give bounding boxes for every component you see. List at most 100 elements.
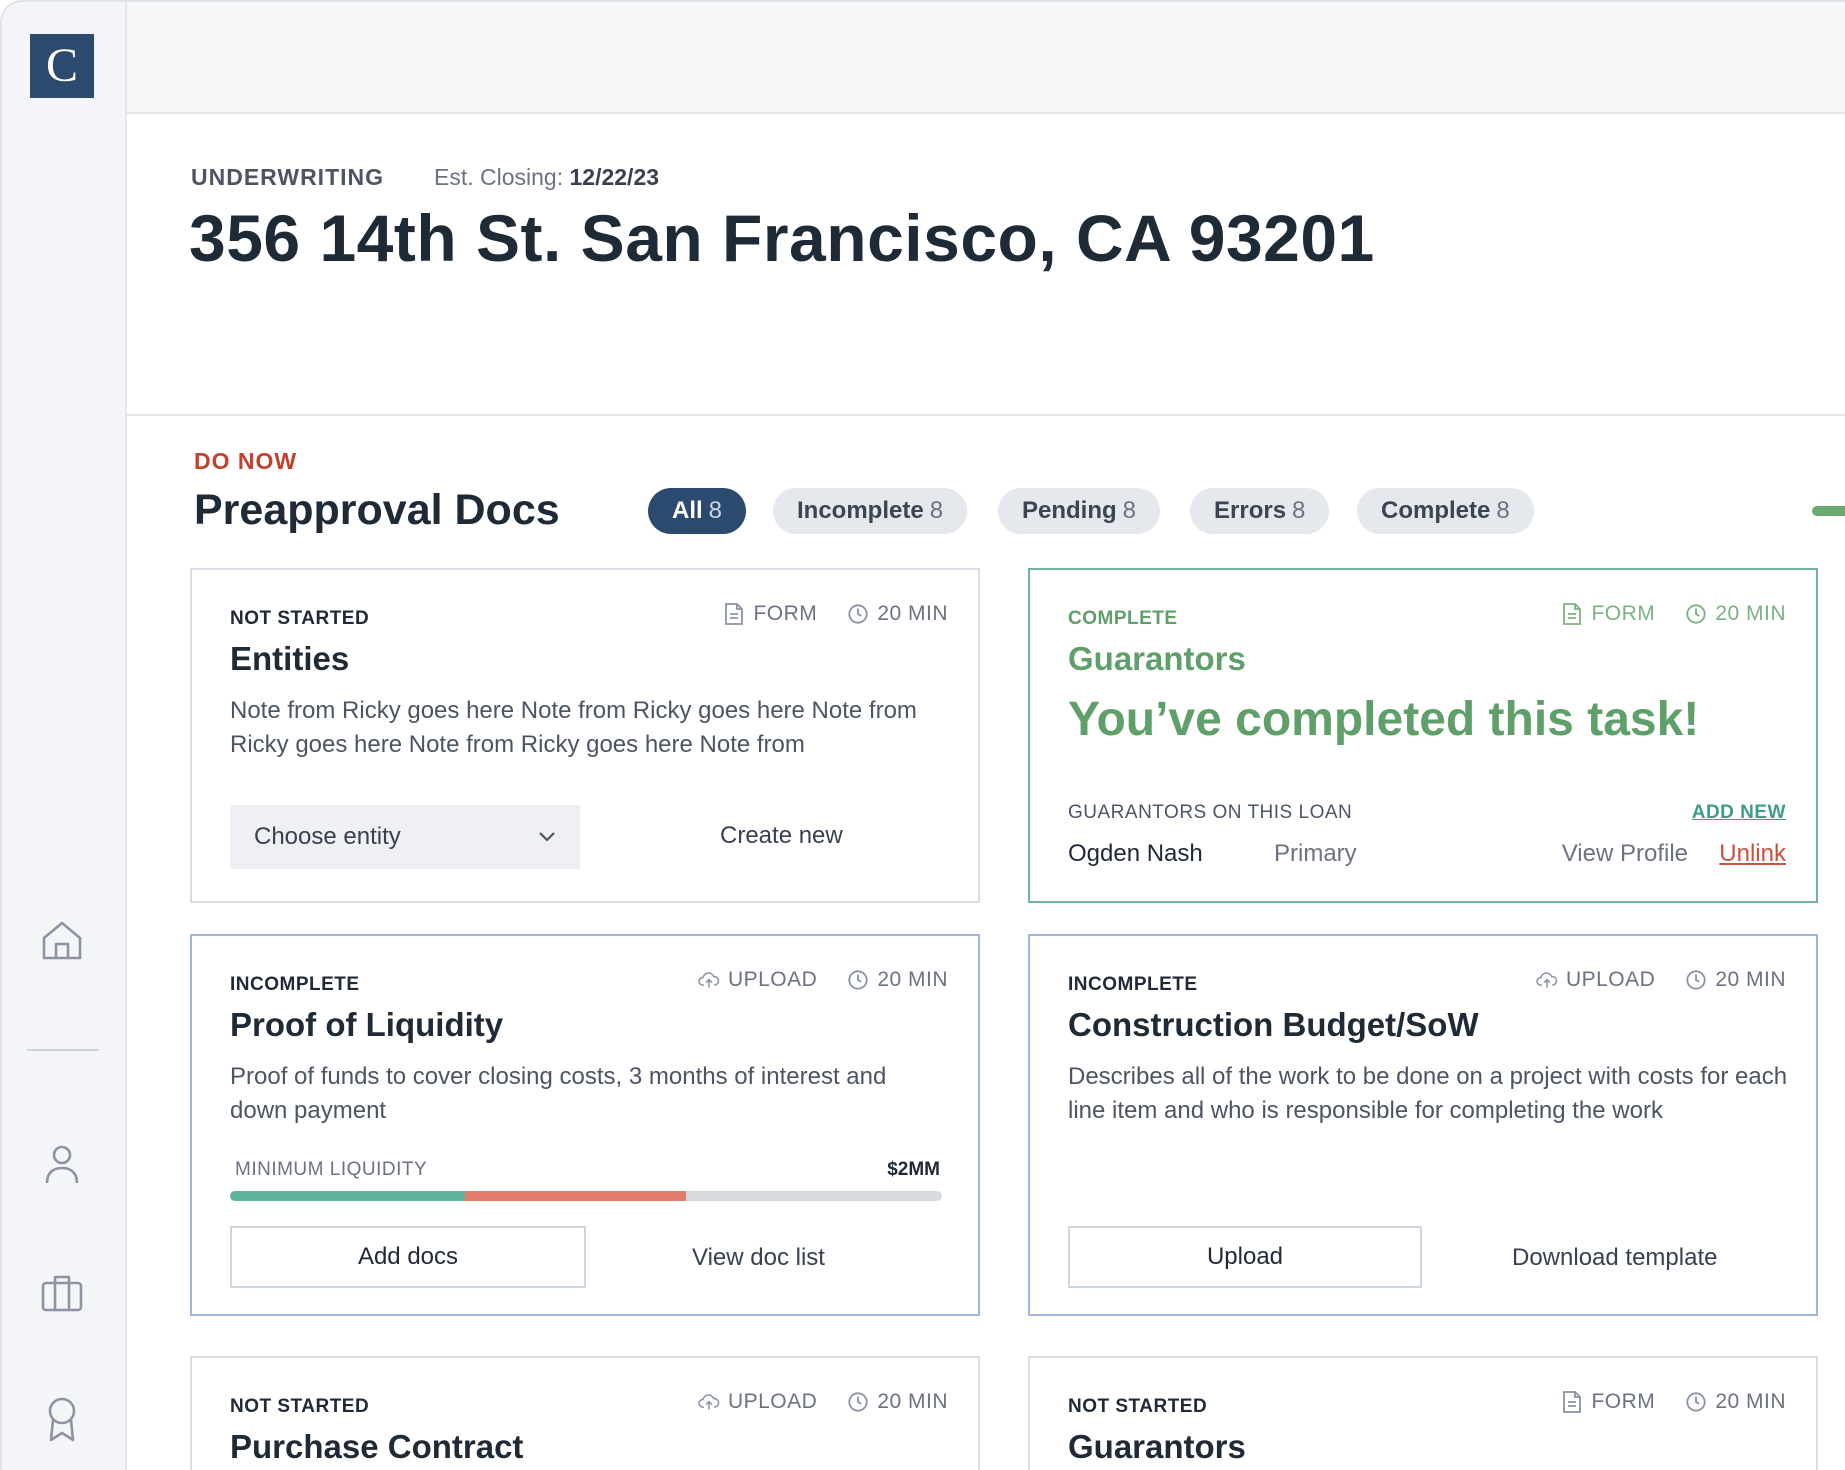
sidebar: C [2, 2, 127, 1470]
task-title: Proof of Liquidity [230, 1006, 504, 1043]
deal-header: UNDERWRITING Est. Closing: 12/22/23 356 … [127, 114, 1845, 416]
task-time: 20 MIN [1685, 1390, 1786, 1414]
filter-errors[interactable]: Errors 8 [1190, 488, 1330, 534]
upload-button[interactable]: Upload [1068, 1226, 1422, 1288]
filter-count: 8 [1292, 497, 1306, 524]
create-new-button[interactable]: Create new [720, 822, 843, 850]
task-type-label: FORM [1591, 602, 1656, 625]
task-meta: UPLOAD 20 MIN [698, 968, 948, 992]
task-time: 20 MIN [847, 968, 948, 992]
section-title: Preapproval Docs [194, 486, 560, 534]
filter-count: 8 [708, 497, 723, 524]
task-type: UPLOAD [698, 1390, 817, 1414]
filter-count: 8 [1496, 497, 1510, 524]
clock-icon [848, 970, 868, 990]
task-time: 20 MIN [847, 602, 948, 626]
deal-stage: UNDERWRITING [191, 164, 385, 190]
guarantor-role: Primary [1274, 840, 1357, 867]
task-card-construction-budget: INCOMPLETE UPLOAD 20 MIN Construction Bu… [1028, 934, 1818, 1316]
est-closing-label: Est. Closing: [434, 164, 564, 190]
task-type: FORM [1561, 602, 1655, 626]
task-type-label: UPLOAD [727, 968, 818, 991]
filter-label: Errors [1214, 497, 1287, 524]
view-profile-link[interactable]: View Profile [1562, 840, 1688, 868]
download-template-button[interactable]: Download template [1512, 1244, 1717, 1272]
briefcase-icon[interactable] [38, 1270, 86, 1318]
task-title: Construction Budget/SoW [1068, 1006, 1479, 1043]
task-type: FORM [1561, 1390, 1655, 1414]
progress-indicator [1812, 506, 1845, 516]
liquidity-progress-bar [230, 1191, 942, 1201]
filter-label: Pending [1022, 497, 1117, 524]
guarantors-list-label: GUARANTORS ON THIS LOAN [1068, 802, 1353, 823]
minimum-liquidity-value: $2MM [887, 1159, 940, 1180]
filter-complete[interactable]: Complete 8 [1357, 488, 1534, 534]
task-card-purchase-contract: NOT STARTED UPLOAD 20 MIN Purchase Contr… [190, 1356, 980, 1470]
sidebar-divider [27, 1049, 99, 1051]
task-status: NOT STARTED [1068, 1396, 1208, 1417]
view-doc-list-button[interactable]: View doc list [692, 1244, 825, 1272]
clock-icon [1686, 1392, 1706, 1412]
task-description: Note from Ricky goes here Note from Rick… [230, 697, 917, 758]
user-icon[interactable] [38, 1141, 86, 1189]
task-type-label: FORM [753, 602, 818, 625]
clock-icon [1686, 604, 1706, 624]
task-title: Purchase Contract [230, 1428, 524, 1465]
entity-select[interactable]: Choose entity [230, 805, 580, 869]
task-card-proof-of-liquidity: INCOMPLETE UPLOAD 20 MIN Proof of Liquid… [190, 934, 980, 1316]
page-title: 356 14th St. San Francisco, CA 93201 [189, 201, 1375, 275]
top-bar [127, 2, 1845, 114]
filter-pending[interactable]: Pending 8 [998, 488, 1161, 534]
task-description: Describes all of the work to be done on … [1068, 1063, 1788, 1124]
task-time: 20 MIN [1685, 968, 1786, 992]
filter-incomplete[interactable]: Incomplete 8 [773, 488, 968, 534]
filter-label: Complete [1381, 497, 1491, 524]
filter-label: All [672, 497, 703, 524]
unlink-link[interactable]: Unlink [1719, 840, 1786, 868]
task-type: FORM [723, 602, 817, 626]
task-type-label: FORM [1591, 1390, 1656, 1413]
task-time: 20 MIN [847, 1390, 948, 1414]
est-closing-date: 12/22/23 [569, 164, 660, 190]
liquidity-progress-pending [464, 1191, 686, 1201]
task-type: UPLOAD [1536, 968, 1655, 992]
chevron-down-icon [536, 805, 558, 894]
task-status: NOT STARTED [230, 608, 370, 629]
upload-cloud-icon [1536, 972, 1558, 988]
clock-icon [1686, 970, 1706, 990]
task-meta: UPLOAD 20 MIN [698, 1390, 948, 1414]
add-new-guarantor-link[interactable]: ADD NEW [1692, 802, 1786, 824]
task-meta: UPLOAD 20 MIN [1536, 968, 1786, 992]
app-logo[interactable]: C [30, 34, 94, 98]
task-status: COMPLETE [1068, 608, 1178, 629]
estimated-closing: Est. Closing: 12/22/23 [434, 164, 659, 191]
entity-select-value: Choose entity [254, 823, 401, 850]
task-card-guarantors-complete: COMPLETE FORM 20 MIN Guarantors You’ve c… [1028, 568, 1818, 903]
task-time-label: 20 MIN [877, 1390, 948, 1413]
liquidity-progress-verified [230, 1191, 465, 1201]
document-icon [1563, 1391, 1582, 1413]
document-icon [1563, 603, 1582, 625]
app-frame: C UNDERWRITING Est. Closing: 12/22/23 35… [0, 0, 1845, 1470]
section-eyebrow: DO NOW [194, 448, 298, 474]
upload-cloud-icon [698, 1394, 720, 1410]
home-icon[interactable] [38, 916, 86, 964]
upload-cloud-icon [698, 972, 720, 988]
task-status: INCOMPLETE [230, 974, 360, 995]
guarantor-name: Ogden Nash [1068, 840, 1203, 867]
task-meta: FORM 20 MIN [1561, 1390, 1786, 1414]
filter-all[interactable]: All 8 [648, 488, 747, 534]
task-time-label: 20 MIN [1715, 1390, 1786, 1413]
add-docs-button[interactable]: Add docs [230, 1226, 586, 1288]
filter-label: Incomplete [797, 497, 924, 524]
task-title: Guarantors [1068, 1428, 1246, 1465]
task-type-label: UPLOAD [1565, 968, 1656, 991]
filter-count: 8 [929, 497, 944, 524]
award-icon[interactable] [38, 1394, 86, 1442]
completion-message: You’ve completed this task! [1068, 693, 1700, 746]
task-meta: FORM 20 MIN [1561, 602, 1786, 626]
task-time-label: 20 MIN [877, 968, 948, 991]
document-icon [725, 603, 744, 625]
task-time: 20 MIN [1685, 602, 1786, 626]
minimum-liquidity-label: MINIMUM LIQUIDITY [235, 1159, 428, 1180]
